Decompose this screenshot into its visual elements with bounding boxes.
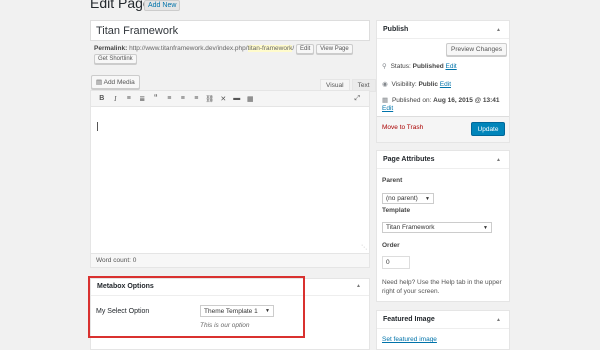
media-icon: ▤ (96, 79, 103, 86)
template-value: Titan Framework (386, 224, 435, 231)
add-media-wrap: ▤ Add Media (91, 75, 140, 89)
featured-image-header[interactable]: Featured Image ▲ (377, 311, 509, 329)
publish-title: Publish (383, 26, 409, 33)
resize-handle-icon[interactable]: ⋱ (361, 244, 367, 251)
shortlink-wrap: Get Shortlink (94, 54, 137, 64)
order-input[interactable] (382, 256, 410, 269)
visibility-label: Visibility: (391, 81, 417, 88)
view-page-button[interactable]: View Page (316, 44, 353, 54)
published-edit-link[interactable]: Edit (382, 105, 393, 112)
visibility-row: ◉ Visibility: Public Edit (382, 80, 451, 88)
template-select[interactable]: Titan Framework ▼ (382, 222, 492, 233)
word-count: Word count: 0 (90, 254, 370, 268)
bold-icon[interactable]: B (95, 92, 109, 105)
post-title-input[interactable] (90, 20, 370, 41)
update-button[interactable]: Update (471, 122, 505, 136)
status-label: Status: (390, 63, 411, 70)
status-row: ⚲ Status: Published Edit (382, 62, 457, 70)
help-text: Need help? Use the Help tab in the upper… (382, 279, 502, 296)
preview-changes-button[interactable]: Preview Changes (446, 43, 507, 56)
status-value: Published (412, 63, 444, 70)
collapse-arrow-icon[interactable]: ▲ (496, 157, 501, 163)
collapse-arrow-icon[interactable]: ▲ (496, 317, 501, 323)
featured-image-title: Featured Image (383, 316, 435, 323)
align-right-icon[interactable]: ≡ (190, 92, 204, 105)
numbered-list-icon[interactable]: ≣ (136, 92, 150, 105)
blockquote-icon[interactable]: “ (149, 92, 163, 105)
published-edit-row: Edit (382, 105, 393, 112)
editor-content-area[interactable]: ⋱ (90, 107, 370, 254)
add-media-button[interactable]: ▤ Add Media (91, 75, 140, 89)
permalink-base: http://www.titanframework.dev/index.php/ (129, 45, 248, 52)
calendar-icon: ▦ (382, 97, 389, 104)
read-more-icon[interactable]: ▬ (230, 92, 244, 105)
set-featured-image-link[interactable]: Set featured image (382, 336, 437, 343)
template-label: Template (382, 207, 411, 214)
text-caret (97, 122, 98, 131)
permalink-row: Permalink: http://www.titanframework.dev… (94, 44, 353, 54)
parent-label: Parent (382, 177, 403, 184)
collapse-arrow-icon[interactable]: ▲ (356, 283, 361, 289)
move-to-trash-link[interactable]: Move to Trash (382, 124, 423, 131)
bullet-list-icon[interactable]: ≡ (122, 92, 136, 105)
add-new-button[interactable]: Add New (144, 0, 181, 11)
page-attributes-header[interactable]: Page Attributes ▲ (377, 151, 509, 169)
align-center-icon[interactable]: ≡ (176, 92, 190, 105)
parent-select[interactable]: (no parent) ▼ (382, 193, 434, 204)
published-label: Published on: (391, 97, 432, 104)
parent-value: (no parent) (386, 195, 418, 202)
status-edit-link[interactable]: Edit (446, 63, 457, 70)
order-label: Order (382, 242, 400, 249)
link-icon[interactable]: ⛓ (203, 92, 217, 105)
unlink-icon[interactable]: ✕ (217, 92, 231, 105)
published-row: ▦ Published on: Aug 16, 2015 @ 13:41 (382, 96, 500, 104)
preview-wrap: Preview Changes (446, 43, 507, 56)
toolbar-toggle-icon[interactable]: ▦ (244, 92, 258, 105)
page-title: Edit Page (90, 0, 151, 11)
add-media-label: Add Media (103, 79, 135, 86)
visibility-edit-link[interactable]: Edit (440, 81, 451, 88)
dropdown-arrow-icon: ▼ (483, 224, 488, 231)
fullscreen-icon[interactable]: ⤢ (351, 92, 365, 105)
page-attributes-title: Page Attributes (383, 156, 435, 163)
highlight-box (88, 276, 305, 338)
editor-toolbar: B I ≡ ≣ “ ≡ ≡ ≡ ⛓ ✕ ▬ ▦ ⤢ (90, 90, 370, 107)
dropdown-arrow-icon: ▼ (425, 195, 430, 202)
published-value: Aug 16, 2015 @ 13:41 (433, 97, 500, 104)
align-left-icon[interactable]: ≡ (163, 92, 177, 105)
pin-icon: ⚲ (382, 63, 387, 70)
publish-header[interactable]: Publish ▲ (377, 21, 509, 39)
visibility-value: Public (418, 81, 438, 88)
get-shortlink-button[interactable]: Get Shortlink (94, 54, 137, 64)
collapse-arrow-icon[interactable]: ▲ (496, 27, 501, 33)
featured-image-panel: Featured Image ▲ (376, 310, 510, 350)
italic-icon[interactable]: I (109, 92, 123, 105)
permalink-edit-button[interactable]: Edit (296, 44, 315, 54)
permalink-label: Permalink: (94, 45, 128, 52)
eye-icon: ◉ (382, 81, 388, 88)
permalink-slug: titan-framework (247, 45, 293, 52)
permalink-trail: / (292, 45, 295, 52)
